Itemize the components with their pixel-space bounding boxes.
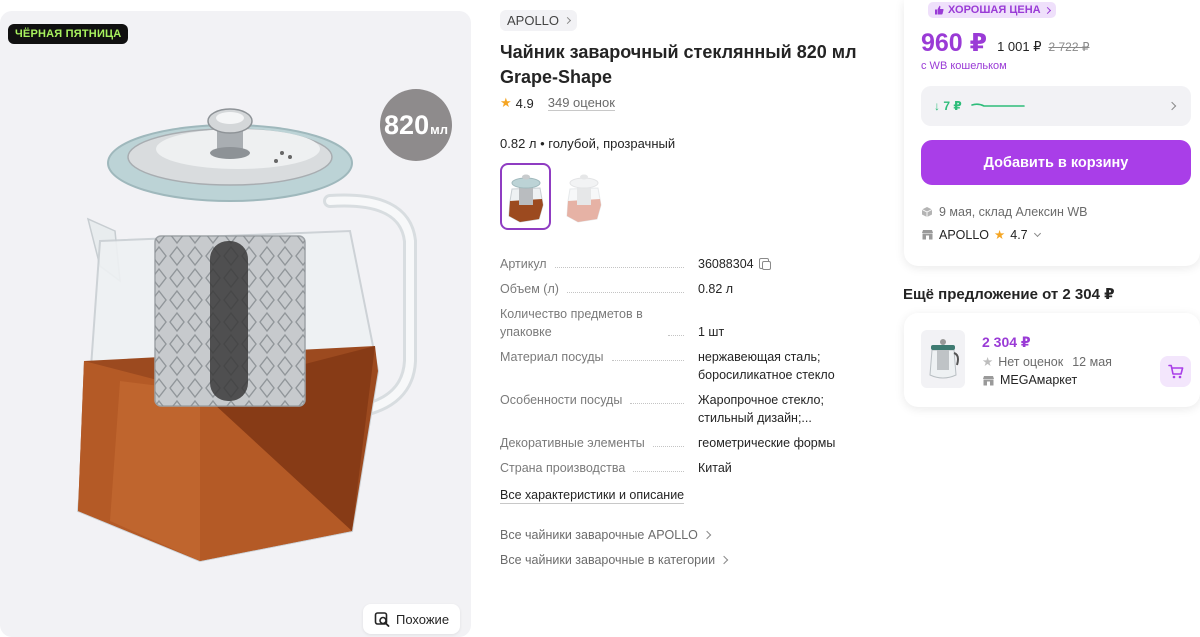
rating-value: 4.9 xyxy=(515,95,534,111)
spec-key: Особенности посуды xyxy=(500,393,623,407)
delivery-info: 9 мая, склад Алексин WB xyxy=(921,205,1088,219)
spec-row: Артикул 36088304 xyxy=(500,255,870,273)
price-sparkline xyxy=(970,103,1025,107)
star-icon: ★ xyxy=(982,355,994,369)
spec-row: Объем (л) 0.82 л xyxy=(500,280,870,298)
spec-key: Декоративные элементы xyxy=(500,436,645,450)
seller-name: APOLLO xyxy=(939,227,990,242)
other-offer-card[interactable]: 2 304 ₽ ★ Нет оценок 12 мая MEGAмаркет xyxy=(904,313,1200,407)
good-price-badge[interactable]: ХОРОШАЯ ЦЕНА xyxy=(928,2,1056,18)
add-to-cart-button[interactable]: Добавить в корзину xyxy=(921,140,1191,185)
rating-row: ★ 4.9 349 оценок xyxy=(500,95,870,111)
volume-unit: мл xyxy=(430,122,448,137)
reviews-link[interactable]: 349 оценок xyxy=(547,95,615,111)
star-icon: ★ xyxy=(994,228,1006,242)
spec-key: Страна производства xyxy=(500,461,626,475)
black-friday-badge: ЧЁРНАЯ ПЯТНИЦА xyxy=(8,24,129,44)
delivery-text: 9 мая, склад Алексин WB xyxy=(939,205,1088,219)
brand-category-link[interactable]: Все чайники заварочные APOLLO xyxy=(500,528,870,542)
volume-number: 820 xyxy=(384,109,430,140)
price-drop: ↓ 7 ₽ xyxy=(934,99,962,113)
spec-value: геометрические формы xyxy=(698,436,836,450)
old-price: 2 722 ₽ xyxy=(1048,40,1090,54)
chevron-right-icon xyxy=(563,16,572,25)
shop-icon xyxy=(983,375,994,385)
spec-row: Страна производства Китай xyxy=(500,459,870,477)
star-icon: ★ xyxy=(500,95,512,110)
offer-price: 2 304 ₽ xyxy=(982,334,1031,350)
box-icon xyxy=(921,207,933,217)
spec-value: Жаропрочное стекло; стильный дизайн;... xyxy=(698,393,824,425)
variant-label: 0.82 л • голубой, прозрачный xyxy=(500,136,676,151)
offer-image[interactable] xyxy=(921,330,965,388)
chevron-right-icon xyxy=(702,530,712,540)
variant-image xyxy=(565,174,602,223)
wallet-note: с WB кошельком xyxy=(921,60,1007,72)
seller-info[interactable]: APOLLO ★ 4.7 xyxy=(921,227,1041,242)
product-image[interactable] xyxy=(60,91,440,571)
chevron-right-icon xyxy=(1167,101,1177,111)
price-history-button[interactable]: ↓ 7 ₽ xyxy=(921,86,1191,126)
variant-image xyxy=(507,174,544,223)
other-offer-heading: Ещё предложение от 2 304 ₽ xyxy=(903,286,1115,303)
volume-badge: 820 мл xyxy=(380,89,452,161)
spec-row: Материал посуды нержавеющая сталь; борос… xyxy=(500,348,870,384)
variant-selector xyxy=(500,163,870,230)
price-line: 960 ₽ 1 001 ₽ 2 722 ₽ xyxy=(921,28,1089,58)
seller-rating: 4.7 xyxy=(1010,227,1028,242)
product-gallery[interactable]: ЧЁРНАЯ ПЯТНИЦА 820 мл Похожие xyxy=(0,11,471,637)
product-info: APOLLO Чайник заварочный стеклянный 820 … xyxy=(500,10,870,567)
shop-icon xyxy=(922,230,933,240)
offer-date: 12 мая xyxy=(1072,354,1112,369)
spec-value: Китай xyxy=(698,461,732,475)
spec-row: Количество предметов в упаковке 1 шт xyxy=(500,305,870,341)
regular-price: 1 001 ₽ xyxy=(997,39,1042,54)
brand-category-label: Все чайники заварочные APOLLO xyxy=(500,528,698,542)
wallet-price: 960 ₽ xyxy=(921,29,988,57)
product-title: Чайник заварочный стеклянный 820 мл Grap… xyxy=(500,42,857,87)
category-label: Все чайники заварочные в категории xyxy=(500,553,716,567)
thumbs-up-icon xyxy=(935,5,944,15)
similar-label: Похожие xyxy=(396,611,450,627)
offer-seller[interactable]: MEGAмаркет xyxy=(982,373,1077,387)
brand-link[interactable]: APOLLO xyxy=(500,10,578,31)
variant-thumb-blue[interactable] xyxy=(500,163,551,230)
offer-add-to-cart-button[interactable] xyxy=(1160,356,1191,387)
good-price-label: ХОРОШАЯ ЦЕНА xyxy=(948,4,1041,16)
variant-thumb-pink[interactable] xyxy=(558,163,609,230)
offer-rating-text: Нет оценок xyxy=(998,354,1064,369)
chevron-down-icon xyxy=(1033,229,1041,237)
article-number: 36088304 xyxy=(698,257,754,271)
spec-value: нержавеющая сталь; боросиликатное стекло xyxy=(698,350,835,382)
price-card: ХОРОШАЯ ЦЕНА 960 ₽ 1 001 ₽ 2 722 ₽ с WB … xyxy=(904,0,1200,266)
category-link[interactable]: Все чайники заварочные в категории xyxy=(500,553,870,567)
brand-name: APOLLO xyxy=(507,13,560,28)
copy-icon[interactable] xyxy=(758,258,771,270)
chevron-right-icon xyxy=(1043,6,1051,14)
spec-value: 1 шт xyxy=(698,325,725,339)
specs-table: Артикул 36088304 Объем (л) 0.82 л Количе… xyxy=(500,255,870,477)
offer-seller-name: MEGAмаркет xyxy=(1000,373,1078,387)
chevron-right-icon xyxy=(719,555,729,565)
offer-meta: ★ Нет оценок 12 мая xyxy=(982,354,1112,370)
spec-value: 0.82 л xyxy=(698,282,734,296)
spec-key: Количество предметов в упаковке xyxy=(500,307,643,339)
all-specs-link[interactable]: Все характеристики и описание xyxy=(500,488,685,504)
cart-icon xyxy=(1167,364,1183,379)
image-search-icon xyxy=(374,612,390,627)
spec-row: Декоративные элементы геометрические фор… xyxy=(500,434,870,452)
similar-button[interactable]: Похожие xyxy=(363,604,461,634)
spec-key: Артикул xyxy=(500,257,547,271)
spec-row: Особенности посуды Жаропрочное стекло; с… xyxy=(500,391,870,427)
spec-key: Материал посуды xyxy=(500,350,604,364)
teapot-thumbnail xyxy=(929,339,959,379)
spec-key: Объем (л) xyxy=(500,282,559,296)
